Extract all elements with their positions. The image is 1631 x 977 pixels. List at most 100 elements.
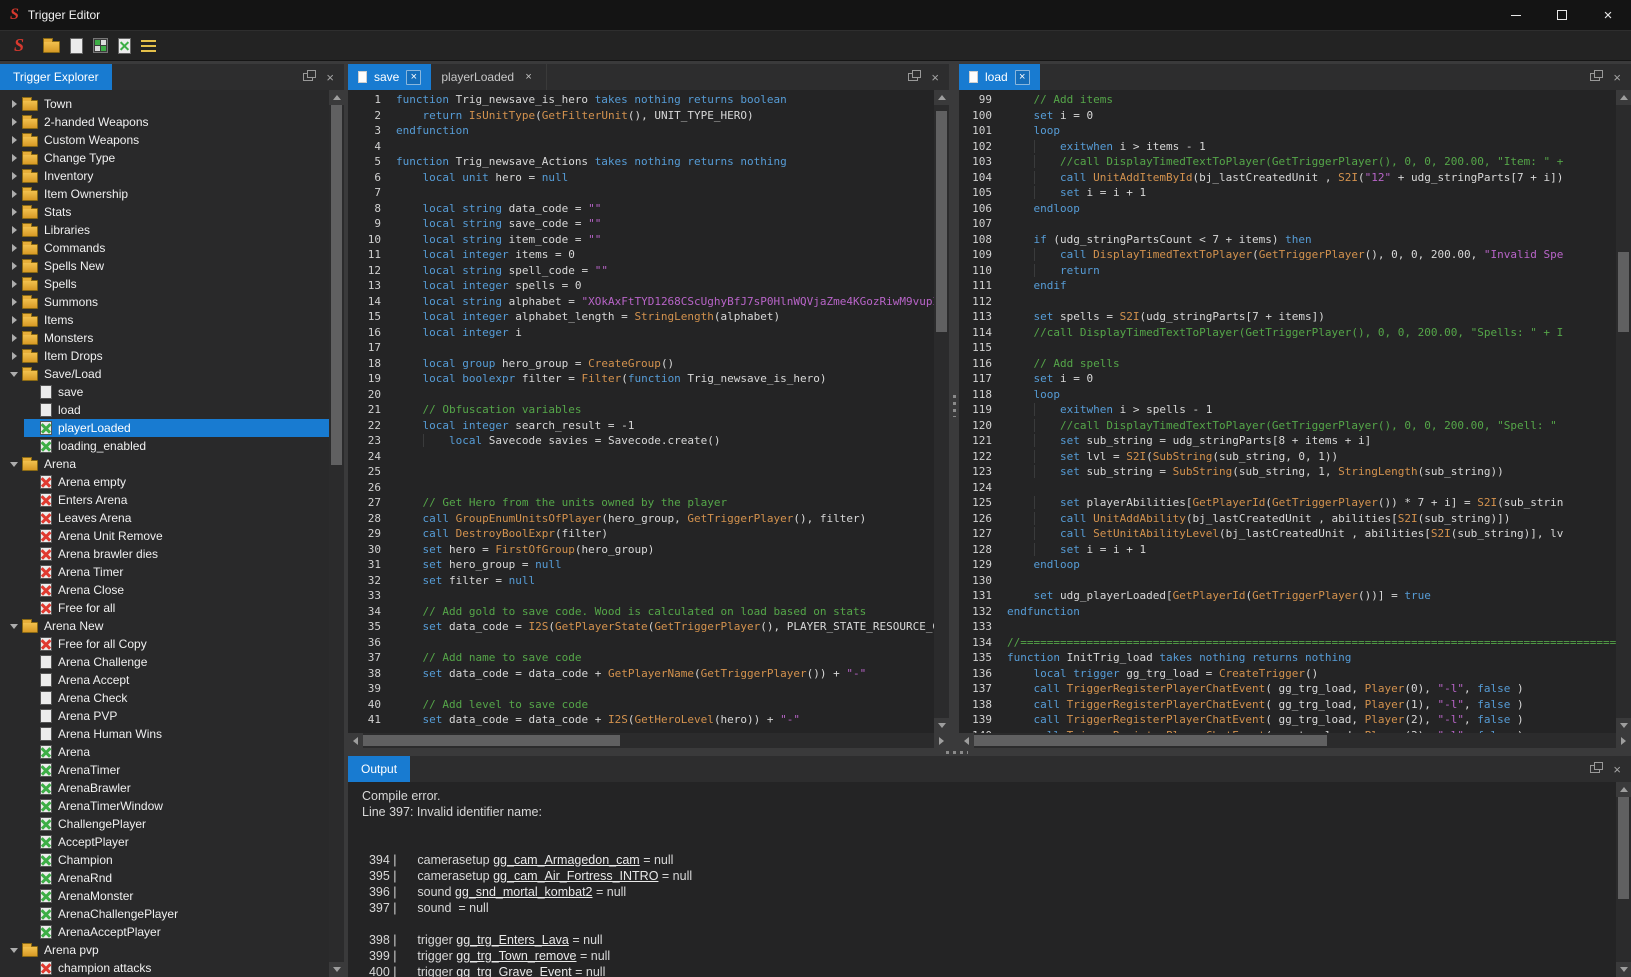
collapse-arrow-icon[interactable] (6, 462, 22, 467)
scrollbar-track[interactable] (329, 105, 344, 962)
tree-item-arenachallengeplayer[interactable]: ArenaChallengePlayer (0, 905, 329, 923)
tree-item-arenamonster[interactable]: ArenaMonster (0, 887, 329, 905)
scrollbar-thumb[interactable] (363, 735, 620, 746)
expand-arrow-icon[interactable] (6, 190, 22, 198)
scrollbar-track[interactable] (1616, 797, 1631, 962)
tree-item-enters-arena[interactable]: Enters Arena (0, 491, 329, 509)
output-tab[interactable]: Output (348, 756, 410, 782)
tree-item-inventory[interactable]: Inventory (0, 167, 329, 185)
tree-item-arena-unit-remove[interactable]: Arena Unit Remove (0, 527, 329, 545)
expand-arrow-icon[interactable] (6, 316, 22, 324)
collapse-arrow-icon[interactable] (6, 948, 22, 953)
tree-item-acceptplayer[interactable]: AcceptPlayer (0, 833, 329, 851)
tree-item-arena-brawler-dies[interactable]: Arena brawler dies (0, 545, 329, 563)
tab-load[interactable]: load× (959, 64, 1040, 90)
expand-arrow-icon[interactable] (6, 334, 22, 342)
close-button[interactable]: × (1585, 0, 1631, 30)
tree-item-item-ownership[interactable]: Item Ownership (0, 185, 329, 203)
tree-item-custom-weapons[interactable]: Custom Weapons (0, 131, 329, 149)
tree-item-arena-timer[interactable]: Arena Timer (0, 563, 329, 581)
scrollbar-thumb[interactable] (1618, 252, 1629, 332)
output-splitter[interactable] (348, 748, 1631, 756)
tree-item-arena-empty[interactable]: Arena empty (0, 473, 329, 491)
close-panel-icon[interactable]: × (1613, 763, 1621, 776)
collapse-arrow-icon[interactable] (6, 372, 22, 377)
tree-item-arena-close[interactable]: Arena Close (0, 581, 329, 599)
expand-arrow-icon[interactable] (6, 100, 22, 108)
tree-item-arena-check[interactable]: Arena Check (0, 689, 329, 707)
tree-item-spells[interactable]: Spells (0, 275, 329, 293)
close-panel-icon[interactable]: × (326, 71, 334, 84)
scrollbar-thumb[interactable] (974, 735, 1327, 746)
expand-arrow-icon[interactable] (6, 154, 22, 162)
close-panel-icon[interactable]: × (931, 71, 939, 84)
open-map-icon[interactable] (43, 41, 60, 53)
tree-item-arena-new[interactable]: Arena New (0, 617, 329, 635)
tree-item-arena-pvp[interactable]: Arena PVP (0, 707, 329, 725)
close-tab-icon[interactable]: × (521, 70, 536, 85)
tree-item-arena[interactable]: Arena (0, 743, 329, 761)
expand-arrow-icon[interactable] (6, 280, 22, 288)
trigger-explorer-title-tab[interactable]: Trigger Explorer (0, 64, 112, 90)
scroll-up-button[interactable] (1616, 90, 1631, 105)
editor-horizontal-scrollbar[interactable] (348, 733, 949, 748)
close-tab-icon[interactable]: × (406, 70, 421, 85)
scrollbar-thumb[interactable] (331, 105, 342, 465)
expand-arrow-icon[interactable] (6, 208, 22, 216)
tree-item-free-for-all[interactable]: Free for all (0, 599, 329, 617)
tree-item-spells-new[interactable]: Spells New (0, 257, 329, 275)
tree-item-libraries[interactable]: Libraries (0, 221, 329, 239)
scroll-up-button[interactable] (329, 90, 344, 105)
tree-item-summons[interactable]: Summons (0, 293, 329, 311)
tree-item-arenatimerwindow[interactable]: ArenaTimerWindow (0, 797, 329, 815)
scroll-down-button[interactable] (329, 962, 344, 977)
tree-item-town[interactable]: Town (0, 95, 329, 113)
tab-save[interactable]: save× (348, 64, 431, 90)
expand-arrow-icon[interactable] (6, 298, 22, 306)
scroll-up-button[interactable] (1616, 782, 1631, 797)
tree-item-loading-enabled[interactable]: loading_enabled (0, 437, 329, 455)
tab-playerLoaded[interactable]: playerLoaded× (431, 64, 547, 90)
editor-splitter[interactable] (949, 64, 959, 748)
tree-item-item-drops[interactable]: Item Drops (0, 347, 329, 365)
scroll-up-button[interactable] (934, 90, 949, 105)
tree-item-arena-pvp[interactable]: Arena pvp (0, 941, 329, 959)
collapse-arrow-icon[interactable] (6, 624, 22, 629)
scroll-right-button[interactable] (934, 733, 949, 748)
scrollbar-track[interactable] (934, 105, 949, 718)
tree-item-arenabrawler[interactable]: ArenaBrawler (0, 779, 329, 797)
close-panel-icon[interactable]: × (1613, 71, 1621, 84)
scrollbar-track[interactable] (974, 733, 1616, 748)
tree-item-load[interactable]: load (0, 401, 329, 419)
new-trigger-icon[interactable] (70, 38, 83, 54)
scroll-right-button[interactable] (1616, 733, 1631, 748)
float-panel-icon[interactable] (303, 73, 313, 81)
convert-script-icon[interactable] (118, 38, 131, 54)
editor-vertical-scrollbar[interactable] (1616, 90, 1631, 733)
editor-vertical-scrollbar[interactable] (934, 90, 949, 733)
float-panel-icon[interactable] (1590, 765, 1600, 773)
expand-arrow-icon[interactable] (6, 244, 22, 252)
tree-item-champion[interactable]: Champion (0, 851, 329, 869)
scroll-down-button[interactable] (1616, 962, 1631, 977)
expand-arrow-icon[interactable] (6, 172, 22, 180)
scrollbar-thumb[interactable] (1618, 797, 1629, 899)
tree-item-arena[interactable]: Arena (0, 455, 329, 473)
code-area[interactable]: // Add items set i = 0 loop exitwhen i >… (1001, 90, 1616, 733)
tree-item-challengeplayer[interactable]: ChallengePlayer (0, 815, 329, 833)
float-panel-icon[interactable] (1590, 73, 1600, 81)
tree-item-arenaacceptplayer[interactable]: ArenaAcceptPlayer (0, 923, 329, 941)
minimize-button[interactable] (1493, 0, 1539, 30)
editor-horizontal-scrollbar[interactable] (959, 733, 1631, 748)
trigger-list-icon[interactable] (141, 40, 156, 52)
scroll-down-button[interactable] (1616, 718, 1631, 733)
tree-item-arena-human-wins[interactable]: Arena Human Wins (0, 725, 329, 743)
expand-arrow-icon[interactable] (6, 262, 22, 270)
tree-vertical-scrollbar[interactable] (329, 90, 344, 977)
scroll-down-button[interactable] (934, 718, 949, 733)
close-tab-icon[interactable]: × (1015, 70, 1030, 85)
variables-icon[interactable] (93, 38, 108, 53)
tree-item-free-for-all-copy[interactable]: Free for all Copy (0, 635, 329, 653)
expand-arrow-icon[interactable] (6, 136, 22, 144)
tree-item-items[interactable]: Items (0, 311, 329, 329)
